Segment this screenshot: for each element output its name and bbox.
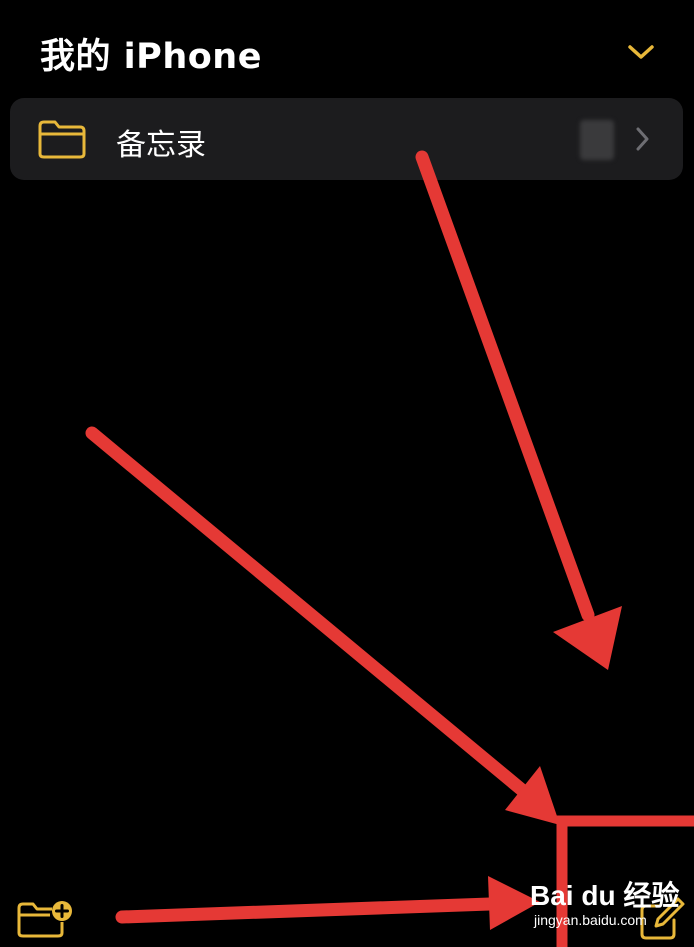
folder-row-notes[interactable]: 备忘录 (10, 98, 683, 180)
folder-label: 备忘录 (116, 128, 206, 163)
arrow-annotation-middle (85, 426, 560, 825)
folder-count (580, 120, 614, 160)
watermark-logo: Bai du 经验 (530, 880, 680, 911)
folder-icon (38, 120, 86, 159)
folder-plus-icon[interactable] (16, 898, 74, 940)
chevron-down-icon[interactable] (626, 42, 656, 62)
watermark-url: jingyan.baidu.com (534, 912, 647, 928)
header: 我的 iPhone (0, 0, 694, 96)
page-title: 我的 iPhone (40, 37, 262, 77)
chevron-right-icon (636, 127, 649, 151)
watermark: Bai du 经验 jingyan.baidu.com (530, 874, 679, 934)
arrow-annotation-bottom (115, 876, 540, 930)
arrow-annotation-top (415, 150, 622, 670)
